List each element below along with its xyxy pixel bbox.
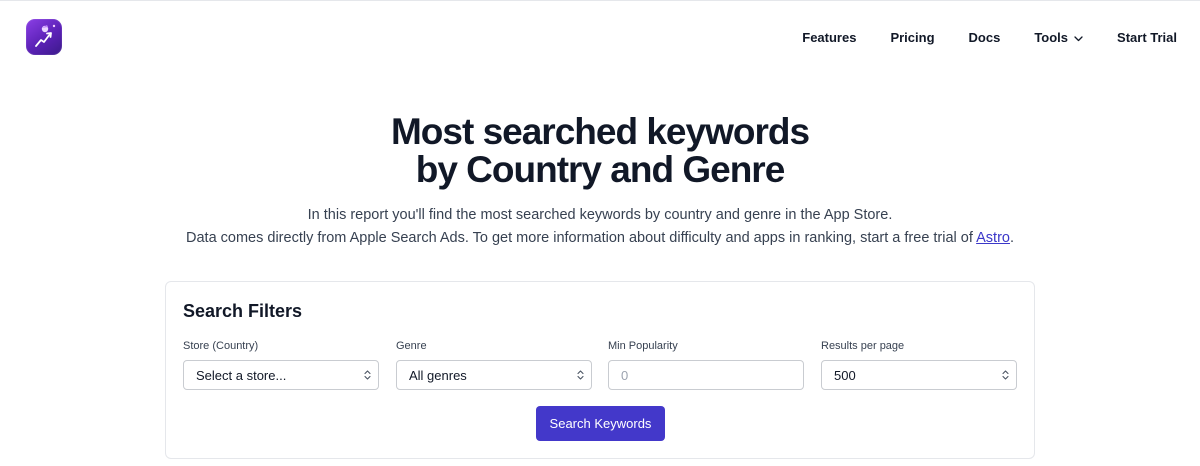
page-title: Most searched keywords by Country and Ge…: [0, 113, 1200, 189]
nav-tools-label: Tools: [1034, 30, 1069, 45]
store-select[interactable]: Select a store...: [183, 360, 379, 390]
updown-chevron-icon: [364, 368, 371, 383]
chevron-down-icon: [1074, 30, 1083, 45]
nav-pricing[interactable]: Pricing: [890, 30, 934, 45]
description-line1: In this report you'll find the most sear…: [307, 207, 893, 223]
genre-select[interactable]: All genres: [396, 360, 592, 390]
nav-features[interactable]: Features: [802, 30, 856, 45]
store-select-value: Select a store...: [196, 367, 287, 383]
nav-docs[interactable]: Docs: [969, 30, 1001, 45]
genre-select-value: All genres: [409, 367, 467, 383]
page-title-line1: Most searched keywords: [390, 111, 810, 152]
store-field: Store (Country) Select a store...: [183, 340, 379, 390]
main-nav: Features Pricing Docs Tools Start Trial: [802, 30, 1177, 45]
site-header: Features Pricing Docs Tools Start Trial: [0, 0, 1200, 76]
results-per-page-select[interactable]: 500: [821, 360, 1017, 390]
min-popularity-field: Min Popularity: [608, 340, 804, 390]
page-description: In this report you'll find the most sear…: [0, 204, 1200, 250]
results-per-page-field: Results per page 500: [821, 340, 1017, 390]
description-line2-text: Data comes directly from Apple Search Ad…: [186, 230, 977, 246]
description-line2-end: .: [1009, 230, 1014, 246]
min-popularity-input[interactable]: [608, 360, 804, 390]
description-line2: Data comes directly from Apple Search Ad…: [0, 227, 1200, 250]
updown-chevron-icon: [577, 368, 584, 383]
search-filters-card: Search Filters Store (Country) Select a …: [165, 281, 1035, 459]
results-per-page-value: 500: [834, 367, 856, 383]
page-title-line2: by Country and Genre: [415, 149, 786, 190]
results-per-page-label: Results per page: [821, 340, 905, 352]
astro-logo-icon[interactable]: [26, 19, 62, 55]
store-label: Store (Country): [183, 340, 259, 352]
astro-link[interactable]: Astro: [976, 230, 1010, 246]
updown-chevron-icon: [1002, 368, 1009, 383]
nav-tools[interactable]: Tools: [1034, 30, 1083, 45]
genre-label: Genre: [396, 340, 427, 352]
nav-start-trial[interactable]: Start Trial: [1117, 30, 1177, 45]
genre-field: Genre All genres: [396, 340, 592, 390]
min-popularity-label: Min Popularity: [608, 340, 678, 352]
search-keywords-button[interactable]: Search Keywords: [536, 406, 665, 441]
search-filters-title: Search Filters: [183, 301, 303, 321]
